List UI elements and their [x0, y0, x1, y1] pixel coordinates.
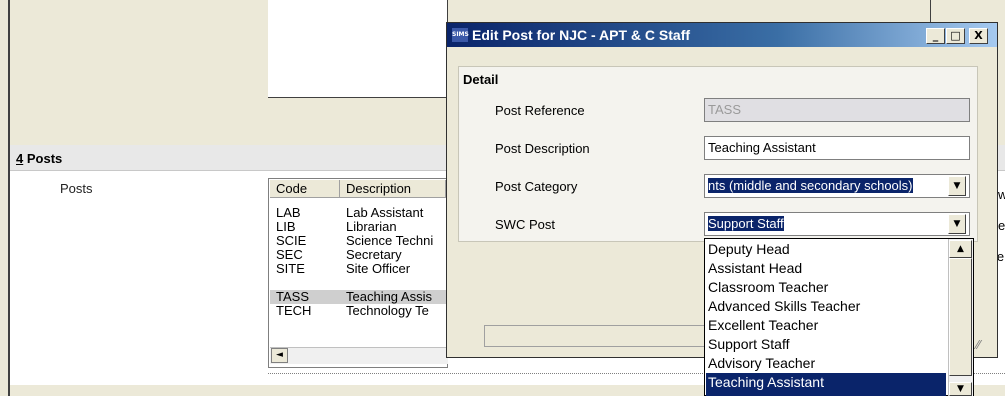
- swc-post-value: Support Staff: [708, 216, 784, 231]
- posts-section-title: 4 Posts: [16, 151, 62, 166]
- clipped-text: e: [998, 218, 1005, 233]
- post-category-select[interactable]: nts (middle and secondary schools): [704, 174, 970, 198]
- grid-cell-code[interactable]: SEC: [276, 248, 336, 262]
- dropdown-option[interactable]: Advisory Teacher: [706, 354, 946, 373]
- post-reference-label: Post Reference: [495, 103, 585, 118]
- grid-cell-code[interactable]: TECH: [276, 304, 336, 318]
- grid-cell-description[interactable]: Librarian: [346, 220, 446, 234]
- grid-cell-description[interactable]: Teaching Assis: [346, 290, 446, 304]
- chevron-down-icon[interactable]: ▼: [948, 176, 966, 196]
- grid-cell-description[interactable]: Science Techni: [346, 234, 446, 248]
- dropdown-option[interactable]: Excellent Teacher: [706, 316, 946, 335]
- post-category-value: nts (middle and secondary schools): [708, 178, 913, 193]
- grid-header-code[interactable]: Code: [270, 180, 340, 198]
- dropdown-option[interactable]: Advanced Skills Teacher: [706, 297, 946, 316]
- scroll-up-icon[interactable]: ▲: [949, 240, 972, 258]
- dialog-title: Edit Post for NJC - APT & C Staff: [472, 27, 691, 43]
- scroll-left-icon[interactable]: ◄: [271, 348, 288, 363]
- top-white-box: [268, 0, 448, 98]
- detail-group-title: Detail: [463, 72, 499, 87]
- grid-cell-code[interactable]: TASS: [276, 290, 336, 304]
- grid-cell-description[interactable]: Site Officer: [346, 262, 446, 276]
- post-description-label: Post Description: [495, 141, 590, 156]
- post-reference-field: TASS: [704, 98, 970, 122]
- scroll-down-icon[interactable]: ▼: [949, 382, 972, 396]
- grid-cell-code[interactable]: SITE: [276, 262, 336, 276]
- grid-header-description[interactable]: Description: [340, 180, 446, 198]
- scroll-thumb[interactable]: [949, 258, 972, 376]
- grid-horizontal-scrollbar[interactable]: [270, 347, 448, 364]
- grid-cell-code[interactable]: LIB: [276, 220, 336, 234]
- post-category-label: Post Category: [495, 179, 578, 194]
- chevron-down-icon[interactable]: ▼: [948, 214, 966, 234]
- swc-post-select[interactable]: Support Staff: [704, 212, 970, 236]
- close-button[interactable]: X: [969, 28, 988, 44]
- posts-field-label: Posts: [60, 181, 93, 196]
- dialog-status-bar: [484, 325, 706, 347]
- grid-cell-description[interactable]: Technology Te: [346, 304, 446, 318]
- post-description-field[interactable]: Teaching Assistant: [704, 136, 970, 160]
- sims-app-icon: SIMS: [452, 28, 469, 42]
- maximize-button[interactable]: □: [946, 28, 965, 44]
- grid-cell-description[interactable]: Secretary: [346, 248, 446, 262]
- dropdown-option[interactable]: Classroom Teacher: [706, 278, 946, 297]
- grid-cell-code[interactable]: SCIE: [276, 234, 336, 248]
- clipped-text: w: [998, 187, 1005, 202]
- dropdown-option[interactable]: Support Staff: [706, 335, 946, 354]
- minimize-button[interactable]: _: [926, 28, 945, 44]
- resize-grip-icon[interactable]: ⁄⁄: [976, 338, 992, 354]
- section-title-text: Posts: [23, 151, 63, 166]
- grid-cell-code[interactable]: LAB: [276, 206, 336, 220]
- swc-post-label: SWC Post: [495, 217, 555, 232]
- dropdown-option[interactable]: Assistant Head: [706, 259, 946, 278]
- grid-cell-description[interactable]: Lab Assistant: [346, 206, 446, 220]
- dropdown-option[interactable]: Deputy Head: [706, 240, 946, 259]
- dropdown-option-selected[interactable]: Teaching Assistant: [706, 373, 946, 396]
